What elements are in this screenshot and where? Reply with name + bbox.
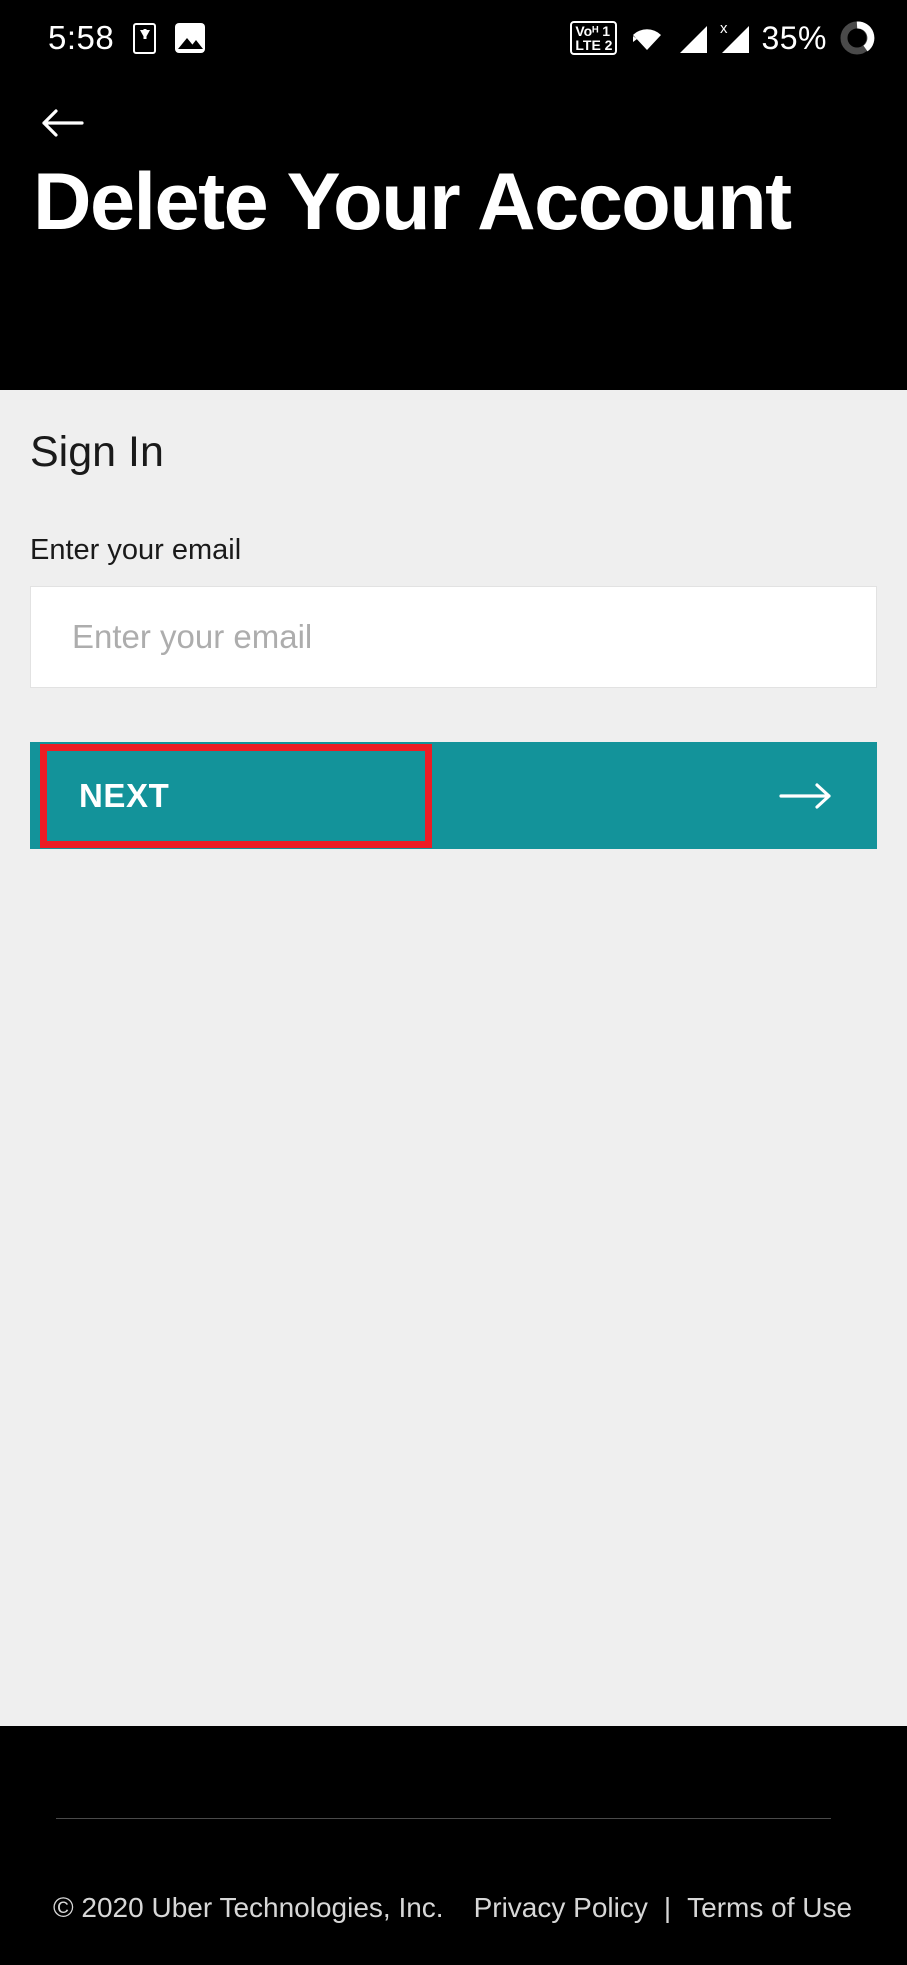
email-field-label: Enter your email xyxy=(30,534,242,566)
main-content: Sign In Enter your email NEXT xyxy=(0,390,907,1726)
copyright-label: © 2020 Uber Technologies, Inc. xyxy=(53,1892,444,1923)
image-icon xyxy=(175,23,206,53)
status-bar-left: 5:58 xyxy=(0,19,206,57)
arrow-right-icon xyxy=(779,782,833,810)
page-footer: © 2020 Uber Technologies, Inc. Privacy P… xyxy=(0,1726,907,1965)
battery-percent-label: 35% xyxy=(761,19,827,56)
volte-dual-sim-icon: Voᴴ 1 LTE 2 xyxy=(570,21,618,55)
next-button-label: NEXT xyxy=(79,776,170,814)
sign-in-heading: Sign In xyxy=(30,428,164,476)
status-bar-clock: 5:58 xyxy=(48,19,115,56)
next-button[interactable]: NEXT xyxy=(30,742,877,849)
terms-of-use-link[interactable]: Terms of Use xyxy=(687,1892,852,1924)
status-bar-right: Voᴴ 1 LTE 2 x 35% xyxy=(570,20,907,57)
download-to-device-icon xyxy=(133,22,157,54)
wifi-icon xyxy=(629,24,665,52)
footer-separator: | xyxy=(663,1892,672,1923)
page-title: Delete Your Account xyxy=(33,157,792,247)
privacy-policy-link[interactable]: Privacy Policy xyxy=(474,1892,648,1924)
signal-bars-icon xyxy=(677,23,708,53)
battery-ring-icon xyxy=(839,20,875,56)
email-input[interactable] xyxy=(30,586,877,688)
status-bar: 5:58 Voᴴ 1 LTE 2 x 35% xyxy=(0,0,907,76)
signal-bars-no-service-icon: x xyxy=(719,20,750,53)
back-arrow-icon[interactable] xyxy=(40,106,84,140)
volte-line-1: Voᴴ 1 xyxy=(575,23,610,39)
footer-links: © 2020 Uber Technologies, Inc. Privacy P… xyxy=(53,1892,868,1924)
volte-line-2: LTE 2 xyxy=(575,37,613,53)
phone-screen: 5:58 Voᴴ 1 LTE 2 x 35% Delete Your Accou… xyxy=(0,0,907,1965)
footer-divider xyxy=(56,1818,831,1819)
page-header: Delete Your Account xyxy=(0,76,907,390)
